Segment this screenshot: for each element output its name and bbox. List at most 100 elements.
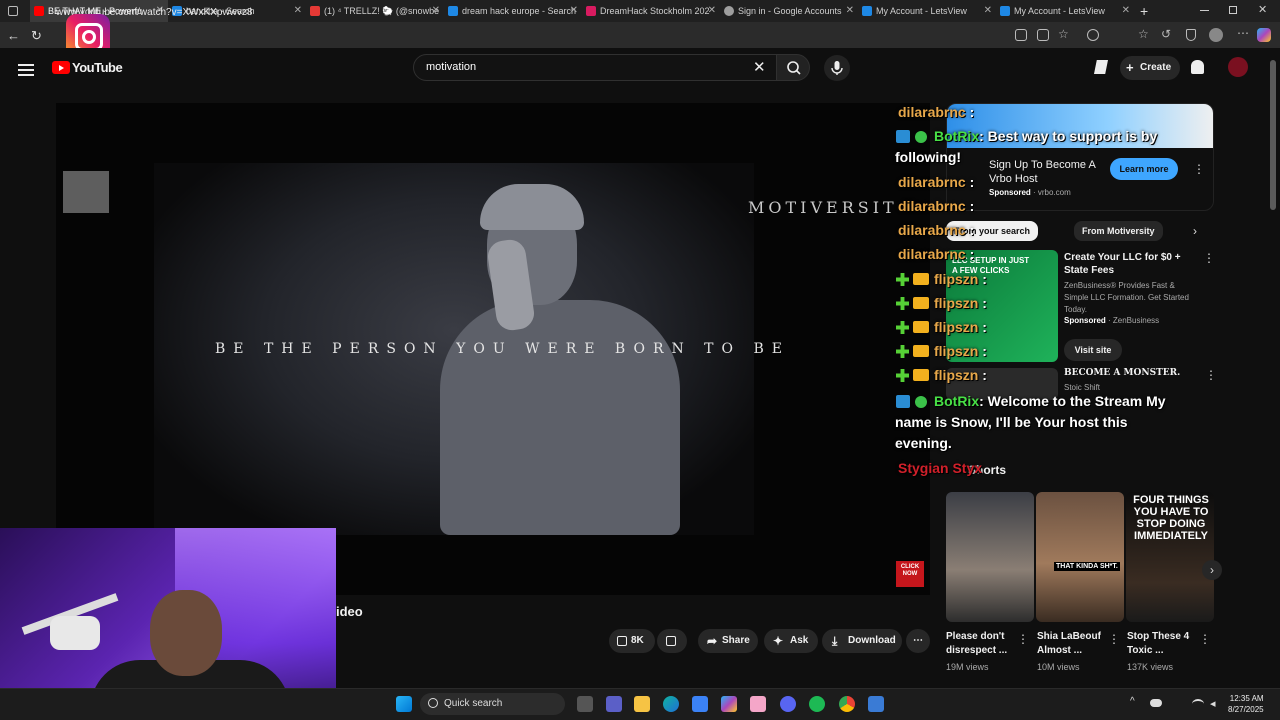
extension-icon[interactable] <box>1015 29 1027 41</box>
back-icon[interactable]: ← <box>7 28 20 43</box>
chat-username: BotRix <box>934 393 980 409</box>
motiversity-logo-icon <box>63 171 109 213</box>
history-icon[interactable]: ↺ <box>1161 27 1171 41</box>
system-clock[interactable]: 12:35 AM 8/27/2025 <box>1228 693 1264 715</box>
file-explorer-icon[interactable] <box>634 696 650 712</box>
more-options-icon[interactable]: ⋮ <box>1205 368 1217 382</box>
search-icon <box>428 698 438 708</box>
more-options-icon[interactable]: ⋮ <box>1199 632 1211 646</box>
copilot-icon[interactable] <box>1257 28 1271 42</box>
clear-search-icon[interactable]: ✕ <box>753 58 766 76</box>
network-icon[interactable] <box>1192 699 1204 709</box>
volume-icon[interactable]: ◂ <box>1210 697 1216 710</box>
llc-ad-title[interactable]: Create Your LLC for $0 + State Fees <box>1064 251 1194 277</box>
chat-text: : Welcome to the Stream My <box>979 393 1166 409</box>
short-thumbnail-1[interactable] <box>946 492 1034 622</box>
sparkle-icon: ✦ <box>773 634 784 648</box>
more-options-icon[interactable]: ⋮ <box>1017 632 1029 646</box>
chat-username: flipszn <box>934 367 979 383</box>
more-options-icon[interactable]: ⋮ <box>1203 251 1215 265</box>
ask-button[interactable]: ✦ Ask <box>764 629 818 653</box>
teams-icon[interactable] <box>606 696 622 712</box>
onedrive-icon[interactable] <box>1150 699 1162 707</box>
edge-icon[interactable] <box>663 696 679 712</box>
quick-search-box[interactable]: Quick search <box>420 693 565 715</box>
dislike-button[interactable] <box>657 629 687 653</box>
task-view-icon[interactable] <box>577 696 593 712</box>
chat-message: flipszn : <box>934 319 987 335</box>
store-icon[interactable] <box>692 696 708 712</box>
chip-from-motiversity[interactable]: From Motiversity <box>1074 221 1163 241</box>
notifications-bell-icon[interactable] <box>1191 60 1204 74</box>
create-button[interactable]: + Create <box>1120 56 1180 80</box>
chat-username: dilarabrnc <box>898 174 966 190</box>
favorites-icon[interactable]: ☆ <box>1138 27 1149 41</box>
copilot-icon[interactable] <box>721 696 737 712</box>
apps-icon[interactable] <box>1037 29 1049 41</box>
llc-ad-description: ZenBusiness® Provides Fast & Simple LLC … <box>1064 281 1189 314</box>
clock-date: 8/27/2025 <box>1228 705 1264 714</box>
short-thumbnail-2[interactable]: THAT KINDA SH*T. <box>1036 492 1124 622</box>
favorite-star-icon[interactable]: ☆ <box>1058 27 1069 41</box>
chat-message: dilarabrnc : <box>898 246 974 262</box>
show-hidden-icons[interactable]: ^ <box>1130 696 1135 707</box>
windows-start-icon[interactable] <box>396 696 412 712</box>
extension-icon[interactable] <box>1087 29 1099 41</box>
short-thumbnail-3[interactable]: FOUR THINGS YOU HAVE TO STOP DOING IMMED… <box>1126 492 1214 622</box>
video-caption: BE THE PERSON YOU WERE BORN TO BE <box>215 341 790 357</box>
chat-text: : <box>982 367 987 383</box>
more-options-icon[interactable]: ⋮ <box>1108 632 1120 646</box>
ad-title[interactable]: Sign Up To Become A Vrbo Host <box>989 158 1099 186</box>
spotify-icon[interactable] <box>809 696 825 712</box>
advertiser-name: ZenBusiness <box>1112 316 1160 325</box>
crown-badge-icon <box>913 345 929 357</box>
youtube-logo-icon[interactable] <box>52 61 70 74</box>
refresh-icon[interactable]: ↻ <box>31 28 42 44</box>
more-actions-button[interactable]: ⋯ <box>906 629 930 653</box>
chat-username: BotRix <box>934 128 980 144</box>
become-a-monster-channel[interactable]: Stoic Shift <box>1064 383 1100 392</box>
short-title-2[interactable]: Shia LaBeouf Almost ... <box>1037 630 1107 658</box>
youtube-logo-text[interactable]: YouTube <box>72 60 123 75</box>
chrome-icon[interactable] <box>839 696 855 712</box>
chat-text-continued: evening. <box>895 435 952 451</box>
plus-icon: + <box>1126 60 1134 75</box>
search-input[interactable]: motivation <box>413 54 777 81</box>
short-title-1[interactable]: Please don't disrespect ... <box>946 630 1012 658</box>
chip-next-icon[interactable]: › <box>1193 224 1197 238</box>
page-scrollbar[interactable] <box>1270 60 1276 210</box>
sponsored-ad-card[interactable] <box>946 103 1214 211</box>
menu-icon[interactable] <box>18 61 34 79</box>
learn-more-button[interactable]: Learn more <box>1110 158 1178 180</box>
more-options-icon[interactable]: ⋮ <box>1193 162 1205 176</box>
like-button[interactable]: 8K <box>609 629 655 653</box>
close-window-icon[interactable]: ✕ <box>1258 3 1267 16</box>
visit-site-button[interactable]: Visit site <box>1064 339 1122 361</box>
discord-icon[interactable] <box>780 696 796 712</box>
shorts-next-icon[interactable]: › <box>1202 560 1222 580</box>
url-field[interactable]: www.youtube.com/watch?v=XWxKXpwwvz8 <box>0 3 1240 23</box>
become-a-monster-title[interactable]: BECOME A MONSTER. <box>1064 368 1180 378</box>
search-button[interactable] <box>776 54 810 81</box>
search-icon <box>787 61 801 75</box>
create-label: Create <box>1140 62 1172 73</box>
app-icon[interactable] <box>868 696 884 712</box>
chat-message: BotRix: Welcome to the Stream My <box>934 393 1166 409</box>
chat-text: : <box>982 271 987 287</box>
shield-icon[interactable] <box>1186 29 1196 41</box>
chat-text: : <box>969 198 975 214</box>
app-icon[interactable] <box>750 696 766 712</box>
account-avatar[interactable] <box>1228 57 1248 77</box>
share-button[interactable]: ➦ Share <box>698 629 758 653</box>
more-menu-icon[interactable]: ⋯ <box>1237 26 1249 40</box>
ad-domain: vrbo.com <box>1037 188 1071 197</box>
profile-avatar[interactable] <box>1209 28 1223 42</box>
short-2-overlay: THAT KINDA SH*T. <box>1054 562 1120 571</box>
click-now-badge[interactable]: CLICK NOW <box>896 561 924 587</box>
short-title-3[interactable]: Stop These 4 Toxic ... <box>1127 630 1199 658</box>
ask-label: Ask <box>790 635 809 646</box>
voice-search-button[interactable] <box>824 55 850 81</box>
download-button[interactable]: ⤓ Download <box>822 629 902 653</box>
bot-badge-icon <box>896 395 910 408</box>
short-views-1: 19M views <box>946 662 989 672</box>
